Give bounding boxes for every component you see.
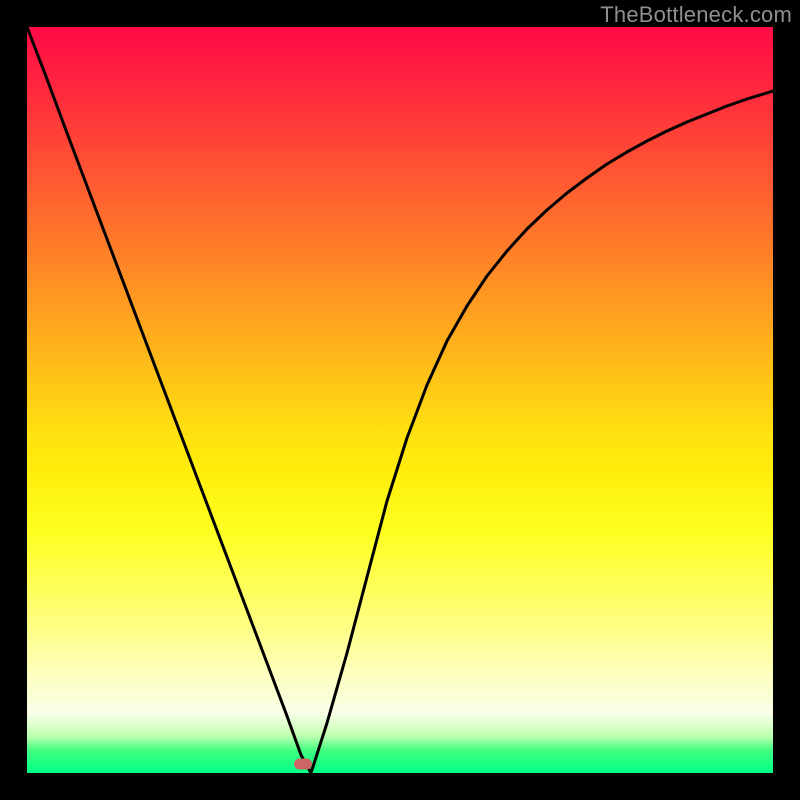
watermark: TheBottleneck.com [600, 2, 792, 28]
plot-area [27, 27, 773, 773]
bottleneck-curve [27, 27, 773, 773]
chart-frame: TheBottleneck.com [0, 0, 800, 800]
optimum-marker [294, 759, 312, 770]
curve-svg [27, 27, 773, 773]
